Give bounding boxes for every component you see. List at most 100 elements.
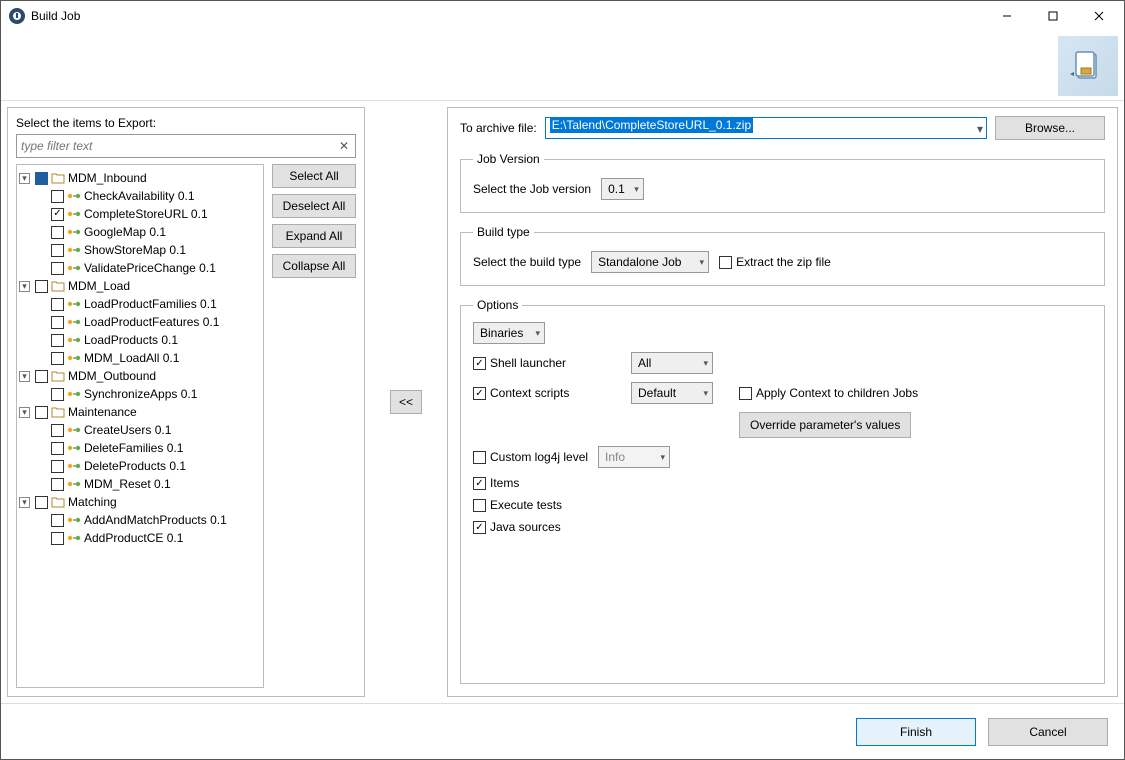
job-version-select[interactable]: 0.1▾: [601, 178, 644, 200]
tree-row[interactable]: AddProductCE 0.1: [35, 529, 261, 547]
tree-row[interactable]: MDM_Outbound: [19, 367, 261, 385]
tree-checkbox[interactable]: [35, 496, 48, 509]
tree-item-label: CreateUsers 0.1: [84, 423, 171, 437]
tree-item-label: MDM_Load: [68, 279, 130, 293]
tree-checkbox[interactable]: [35, 280, 48, 293]
chevron-down-icon: ▾: [634, 184, 639, 195]
job-icon: [67, 532, 81, 544]
context-scripts-checkbox[interactable]: Context scripts: [473, 386, 623, 400]
tree-row[interactable]: MDM_Load: [19, 277, 261, 295]
tree-checkbox[interactable]: [51, 208, 64, 221]
clear-filter-icon[interactable]: ✕: [336, 138, 352, 154]
tree-row[interactable]: MDM_Inbound: [19, 169, 261, 187]
tree-row[interactable]: SynchronizeApps 0.1: [35, 385, 261, 403]
tree-row[interactable]: GoogleMap 0.1: [35, 223, 261, 241]
job-icon: [67, 262, 81, 274]
items-tree[interactable]: MDM_InboundCheckAvailability 0.1Complete…: [16, 164, 264, 688]
tree-item-label: MDM_Outbound: [68, 369, 156, 383]
tree-checkbox[interactable]: [35, 406, 48, 419]
tree-checkbox[interactable]: [35, 172, 48, 185]
tree-item-label: MDM_Reset 0.1: [84, 477, 171, 491]
disclosure-icon: [35, 299, 46, 310]
tree-checkbox[interactable]: [51, 460, 64, 473]
job-icon: [67, 244, 81, 256]
cancel-button[interactable]: Cancel: [988, 718, 1108, 746]
tree-row[interactable]: DeleteProducts 0.1: [35, 457, 261, 475]
binaries-select[interactable]: Binaries▾: [473, 322, 545, 344]
chevron-down-icon: ▾: [535, 328, 540, 339]
tree-checkbox[interactable]: [51, 424, 64, 437]
execute-tests-checkbox[interactable]: Execute tests: [473, 498, 1092, 512]
tree-checkbox[interactable]: [51, 532, 64, 545]
shell-launcher-select[interactable]: All▾: [631, 352, 713, 374]
tree-row[interactable]: Maintenance: [19, 403, 261, 421]
archive-path-value: E:\Talend\CompleteStoreURL_0.1.zip: [550, 117, 753, 133]
disclosure-icon[interactable]: [19, 371, 30, 382]
select-all-button[interactable]: Select All: [272, 164, 356, 188]
shell-launcher-checkbox[interactable]: Shell launcher: [473, 356, 623, 370]
options-legend: Options: [473, 298, 522, 312]
disclosure-icon[interactable]: [19, 281, 30, 292]
filter-input[interactable]: [16, 134, 356, 158]
tree-checkbox[interactable]: [51, 316, 64, 329]
job-icon: [67, 514, 81, 526]
maximize-button[interactable]: [1030, 1, 1076, 31]
tree-checkbox[interactable]: [51, 388, 64, 401]
disclosure-icon: [35, 317, 46, 328]
job-icon: [67, 190, 81, 202]
items-checkbox[interactable]: Items: [473, 476, 1092, 490]
disclosure-icon: [35, 245, 46, 256]
tree-row[interactable]: CreateUsers 0.1: [35, 421, 261, 439]
tree-row[interactable]: CheckAvailability 0.1: [35, 187, 261, 205]
tree-checkbox[interactable]: [51, 352, 64, 365]
java-sources-checkbox[interactable]: Java sources: [473, 520, 1092, 534]
tree-checkbox[interactable]: [51, 190, 64, 203]
tree-checkbox[interactable]: [51, 262, 64, 275]
override-parameters-button[interactable]: Override parameter's values: [739, 412, 911, 438]
tree-row[interactable]: LoadProductFeatures 0.1: [35, 313, 261, 331]
disclosure-icon[interactable]: [19, 173, 30, 184]
disclosure-icon[interactable]: [19, 497, 30, 508]
apply-context-checkbox[interactable]: Apply Context to children Jobs: [739, 386, 1092, 400]
tree-checkbox[interactable]: [51, 298, 64, 311]
tree-checkbox[interactable]: [51, 244, 64, 257]
job-icon: [67, 442, 81, 454]
minimize-button[interactable]: [984, 1, 1030, 31]
tree-row[interactable]: DeleteFamilies 0.1: [35, 439, 261, 457]
tree-row[interactable]: Matching: [19, 493, 261, 511]
shuttle-left-button[interactable]: <<: [390, 390, 422, 414]
browse-button[interactable]: Browse...: [995, 116, 1105, 140]
close-button[interactable]: [1076, 1, 1122, 31]
collapse-all-button[interactable]: Collapse All: [272, 254, 356, 278]
job-version-group: Job Version Select the Job version 0.1▾: [460, 152, 1105, 213]
tree-checkbox[interactable]: [51, 226, 64, 239]
tree-checkbox[interactable]: [51, 478, 64, 491]
tree-checkbox[interactable]: [51, 334, 64, 347]
disclosure-icon: [35, 335, 46, 346]
build-type-legend: Build type: [473, 225, 534, 239]
build-type-label: Select the build type: [473, 255, 581, 269]
tree-row[interactable]: ValidatePriceChange 0.1: [35, 259, 261, 277]
job-icon: [67, 460, 81, 472]
disclosure-icon[interactable]: [19, 407, 30, 418]
tree-checkbox[interactable]: [51, 514, 64, 527]
tree-row[interactable]: AddAndMatchProducts 0.1: [35, 511, 261, 529]
tree-row[interactable]: MDM_Reset 0.1: [35, 475, 261, 493]
tree-checkbox[interactable]: [51, 442, 64, 455]
build-type-select[interactable]: Standalone Job▾: [591, 251, 709, 273]
finish-button[interactable]: Finish: [856, 718, 976, 746]
deselect-all-button[interactable]: Deselect All: [272, 194, 356, 218]
tree-row[interactable]: MDM_LoadAll 0.1: [35, 349, 261, 367]
disclosure-icon: [35, 425, 46, 436]
tree-row[interactable]: LoadProductFamilies 0.1: [35, 295, 261, 313]
archive-path-combo[interactable]: E:\Talend\CompleteStoreURL_0.1.zip ▾: [545, 117, 987, 139]
tree-row[interactable]: CompleteStoreURL 0.1: [35, 205, 261, 223]
tree-row[interactable]: ShowStoreMap 0.1: [35, 241, 261, 259]
extract-zip-checkbox[interactable]: Extract the zip file: [719, 255, 831, 269]
tree-checkbox[interactable]: [35, 370, 48, 383]
expand-all-button[interactable]: Expand All: [272, 224, 356, 248]
context-scripts-select[interactable]: Default▾: [631, 382, 713, 404]
chevron-down-icon: ▾: [977, 122, 983, 136]
log4j-checkbox[interactable]: Custom log4j level Info▾: [473, 446, 1092, 468]
tree-row[interactable]: LoadProducts 0.1: [35, 331, 261, 349]
